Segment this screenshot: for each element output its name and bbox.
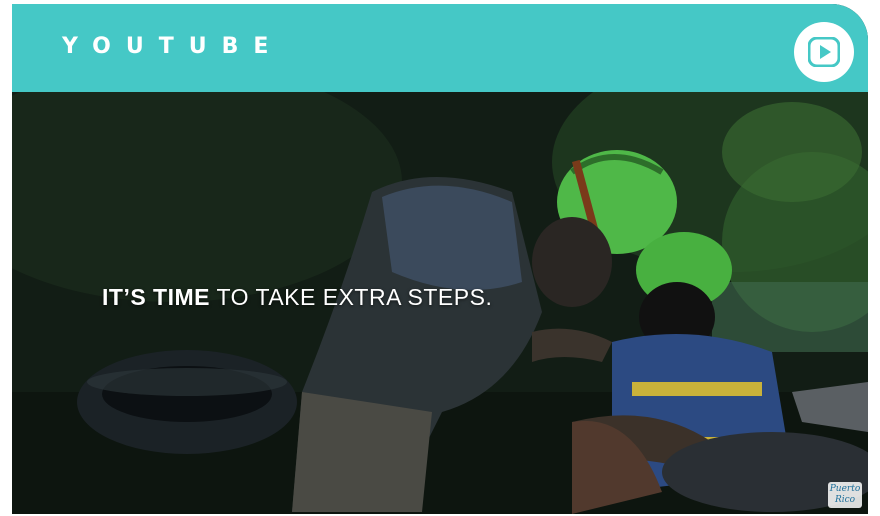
card-header: YOUTUBE xyxy=(12,4,868,92)
video-player[interactable]: IT’S TIME TO TAKE EXTRA STEPS. Puerto Ri… xyxy=(12,92,868,514)
video-caption: IT’S TIME TO TAKE EXTRA STEPS. xyxy=(102,284,492,311)
youtube-button[interactable] xyxy=(794,22,854,82)
channel-logo: Puerto Rico xyxy=(828,482,862,508)
header-title: YOUTUBE xyxy=(62,34,284,59)
caption-bold-text: IT’S TIME xyxy=(102,284,210,310)
caption-rest-text: TO TAKE EXTRA STEPS. xyxy=(210,284,493,310)
youtube-card: YOUTUBE IT’S TIME TO TAKE EXTRA STEPS. P… xyxy=(12,4,868,514)
youtube-play-icon xyxy=(808,37,840,67)
